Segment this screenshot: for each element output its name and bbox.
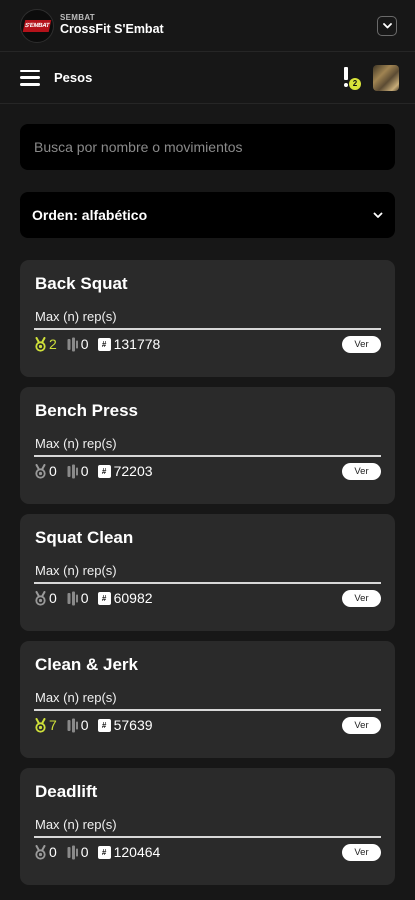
avatar[interactable]: [373, 64, 399, 91]
rank-value: 57639: [113, 717, 153, 733]
plates-stat: 0: [66, 590, 89, 606]
card-divider: [34, 455, 381, 457]
chevron-down-icon: [382, 22, 392, 28]
leaderboard-icon: #: [97, 718, 111, 732]
card-subtitle: Max (n) rep(s): [35, 436, 117, 451]
leaderboard-icon: #: [97, 337, 111, 351]
main-content: Orden: alfabético Back Squat Max (n) rep…: [0, 104, 415, 885]
sort-label: Orden: alfabético: [32, 207, 148, 223]
view-button[interactable]: Ver: [342, 462, 381, 480]
plates-count: 0: [80, 717, 89, 733]
exclamation-icon: [344, 66, 348, 80]
search-box[interactable]: [20, 124, 395, 170]
weights-list: Back Squat Max (n) rep(s) 2 0 # 131778 V…: [20, 260, 395, 885]
medal-count: 0: [49, 590, 57, 606]
notification-button[interactable]: 2: [339, 65, 361, 91]
card-title: Bench Press: [35, 401, 138, 420]
card-divider: [34, 709, 381, 711]
card-subtitle: Max (n) rep(s): [35, 817, 117, 832]
weight-card-4[interactable]: Deadlift Max (n) rep(s) 0 0 # 120464 Ver: [20, 768, 395, 885]
plates-count: 0: [80, 336, 89, 352]
top-bar: S'EMBAT SEMBAT CrossFit S'Embat: [0, 0, 415, 52]
card-title: Clean & Jerk: [35, 655, 138, 674]
page-title: Pesos: [54, 70, 93, 85]
medal-stat: 0: [34, 590, 57, 606]
medal-icon: [35, 336, 46, 352]
weight-card-3[interactable]: Clean & Jerk Max (n) rep(s) 7 0 # 57639 …: [20, 641, 395, 758]
plates-count: 0: [80, 844, 89, 860]
medal-stat: 7: [34, 717, 57, 733]
leaderboard-icon: #: [97, 591, 111, 605]
search-input[interactable]: [32, 138, 383, 156]
chevron-down-icon: [373, 212, 383, 218]
card-stats: 0 0 # 72203 Ver: [34, 461, 381, 481]
rank-value: 60982: [113, 590, 153, 606]
medal-count: 0: [49, 844, 57, 860]
rank-stat: # 131778: [97, 336, 161, 352]
weights-icon: [67, 337, 78, 351]
view-button[interactable]: Ver: [342, 589, 381, 607]
medal-count: 2: [49, 336, 57, 352]
plates-stat: 0: [66, 463, 89, 479]
card-divider: [34, 836, 381, 838]
rank-stat: # 57639: [97, 717, 153, 733]
plates-count: 0: [80, 590, 89, 606]
nav-bar: Pesos 2: [0, 52, 415, 104]
card-subtitle: Max (n) rep(s): [35, 563, 117, 578]
card-subtitle: Max (n) rep(s): [35, 690, 117, 705]
card-stats: 2 0 # 131778 Ver: [34, 334, 381, 354]
card-subtitle: Max (n) rep(s): [35, 309, 117, 324]
card-title: Squat Clean: [35, 528, 134, 547]
weights-icon: [67, 845, 78, 859]
view-button[interactable]: Ver: [342, 843, 381, 861]
weights-icon: [67, 464, 78, 478]
view-button[interactable]: Ver: [342, 716, 381, 734]
notification-badge: 2: [349, 77, 361, 90]
medal-icon: [35, 844, 46, 860]
box-switcher-button[interactable]: [377, 15, 397, 36]
medal-icon: [35, 463, 46, 479]
weight-card-1[interactable]: Bench Press Max (n) rep(s) 0 0 # 72203 V…: [20, 387, 395, 504]
rank-value: 72203: [113, 463, 153, 479]
rank-stat: # 120464: [97, 844, 161, 860]
card-stats: 0 0 # 120464 Ver: [34, 842, 381, 862]
medal-icon: [35, 717, 46, 733]
card-stats: 7 0 # 57639 Ver: [34, 715, 381, 735]
rank-stat: # 72203: [97, 463, 153, 479]
box-logo-mark: S'EMBAT: [22, 19, 52, 32]
rank-value: 131778: [113, 336, 161, 352]
box-logo[interactable]: S'EMBAT: [20, 8, 54, 43]
card-divider: [34, 328, 381, 330]
medal-stat: 0: [34, 463, 57, 479]
sort-dropdown[interactable]: Orden: alfabético: [20, 192, 395, 238]
plates-stat: 0: [66, 717, 89, 733]
hamburger-icon[interactable]: [20, 69, 40, 86]
weights-icon: [67, 718, 78, 732]
medal-icon: [35, 590, 46, 606]
medal-count: 0: [49, 463, 57, 479]
card-stats: 0 0 # 60982 Ver: [34, 588, 381, 608]
rank-stat: # 60982: [97, 590, 153, 606]
weight-card-2[interactable]: Squat Clean Max (n) rep(s) 0 0 # 60982 V…: [20, 514, 395, 631]
weights-icon: [67, 591, 78, 605]
plates-count: 0: [80, 463, 89, 479]
medal-stat: 2: [34, 336, 57, 352]
plates-stat: 0: [66, 844, 89, 860]
card-title: Back Squat: [35, 274, 128, 293]
box-titles: SEMBAT CrossFit S'Embat: [60, 13, 164, 37]
card-divider: [34, 582, 381, 584]
plates-stat: 0: [66, 336, 89, 352]
box-name: CrossFit S'Embat: [60, 22, 164, 37]
rank-value: 120464: [113, 844, 161, 860]
medal-stat: 0: [34, 844, 57, 860]
card-title: Deadlift: [35, 782, 98, 801]
view-button[interactable]: Ver: [342, 335, 381, 353]
leaderboard-icon: #: [97, 464, 111, 478]
leaderboard-icon: #: [97, 845, 111, 859]
medal-count: 7: [49, 717, 57, 733]
weight-card-0[interactable]: Back Squat Max (n) rep(s) 2 0 # 131778 V…: [20, 260, 395, 377]
